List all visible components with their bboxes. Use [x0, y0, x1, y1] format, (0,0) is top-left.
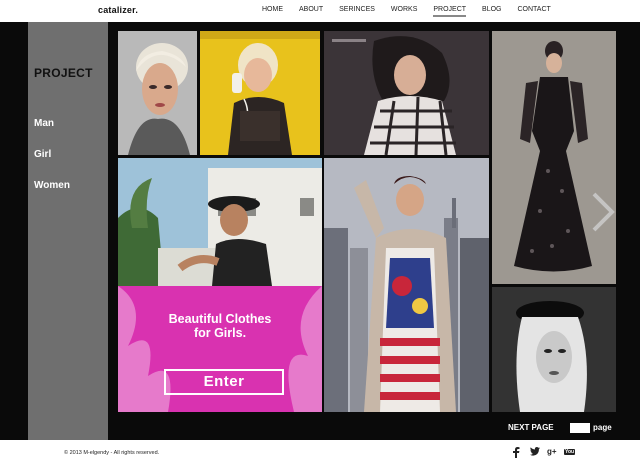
page-label: page: [593, 423, 612, 432]
promo-title-line2: for Girls.: [193, 326, 247, 340]
site-header: catalizer. HOME ABOUT SERINCES WORKS PRO…: [0, 0, 640, 22]
photo-tile-city-stripes[interactable]: [324, 158, 489, 412]
photo-tile-plaid-dress[interactable]: [324, 31, 489, 155]
nav-about[interactable]: ABOUT: [299, 6, 323, 13]
promo-banner: Beautiful Clothes for Girls. Enter: [118, 286, 322, 412]
nav-works[interactable]: WORKS: [391, 6, 417, 13]
photo-tile-cap-palms[interactable]: [118, 158, 322, 286]
nav-home[interactable]: HOME: [262, 6, 283, 13]
photo-tile-bw-cap[interactable]: [492, 287, 616, 412]
copyright-text: © 2013 M-elgendy - All rights reserved.: [64, 450, 160, 456]
sidebar-link-man[interactable]: Man: [34, 118, 54, 129]
youtube-icon[interactable]: You: [564, 449, 576, 455]
photo-tile-yellow-phone[interactable]: [200, 31, 320, 155]
photo-tile-blonde-portrait[interactable]: [118, 31, 197, 155]
google-plus-icon[interactable]: g+: [547, 447, 557, 456]
main-nav: HOME ABOUT SERINCES WORKS PROJECT BLOG C…: [262, 6, 567, 17]
enter-button[interactable]: Enter: [164, 369, 284, 395]
next-page-label[interactable]: NEXT PAGE: [508, 423, 554, 432]
site-footer: © 2013 M-elgendy - All rights reserved. …: [0, 440, 640, 460]
nav-project[interactable]: PROJECT: [433, 6, 466, 17]
nav-contact[interactable]: CONTACT: [518, 6, 551, 13]
sidebar-link-women[interactable]: Women: [34, 180, 70, 191]
twitter-icon[interactable]: [530, 447, 540, 456]
facebook-icon[interactable]: [512, 447, 520, 458]
sidebar-title: PROJECT: [34, 66, 93, 80]
main-content: PROJECT Man Girl Women Beautiful Clothes…: [0, 22, 640, 440]
promo-title: Beautiful Clothes for Girls.: [118, 312, 322, 340]
page-number-input[interactable]: [570, 423, 590, 433]
nav-blog[interactable]: BLOG: [482, 6, 501, 13]
site-logo[interactable]: catalizer.: [98, 5, 138, 15]
nav-services[interactable]: SERINCES: [339, 6, 375, 13]
sidebar-link-girl[interactable]: Girl: [34, 149, 51, 160]
sidebar: PROJECT Man Girl Women: [28, 22, 108, 440]
next-arrow-icon[interactable]: [590, 192, 616, 232]
promo-title-line1: Beautiful Clothes: [168, 312, 272, 326]
photo-tile-lace-gown[interactable]: [492, 31, 616, 284]
